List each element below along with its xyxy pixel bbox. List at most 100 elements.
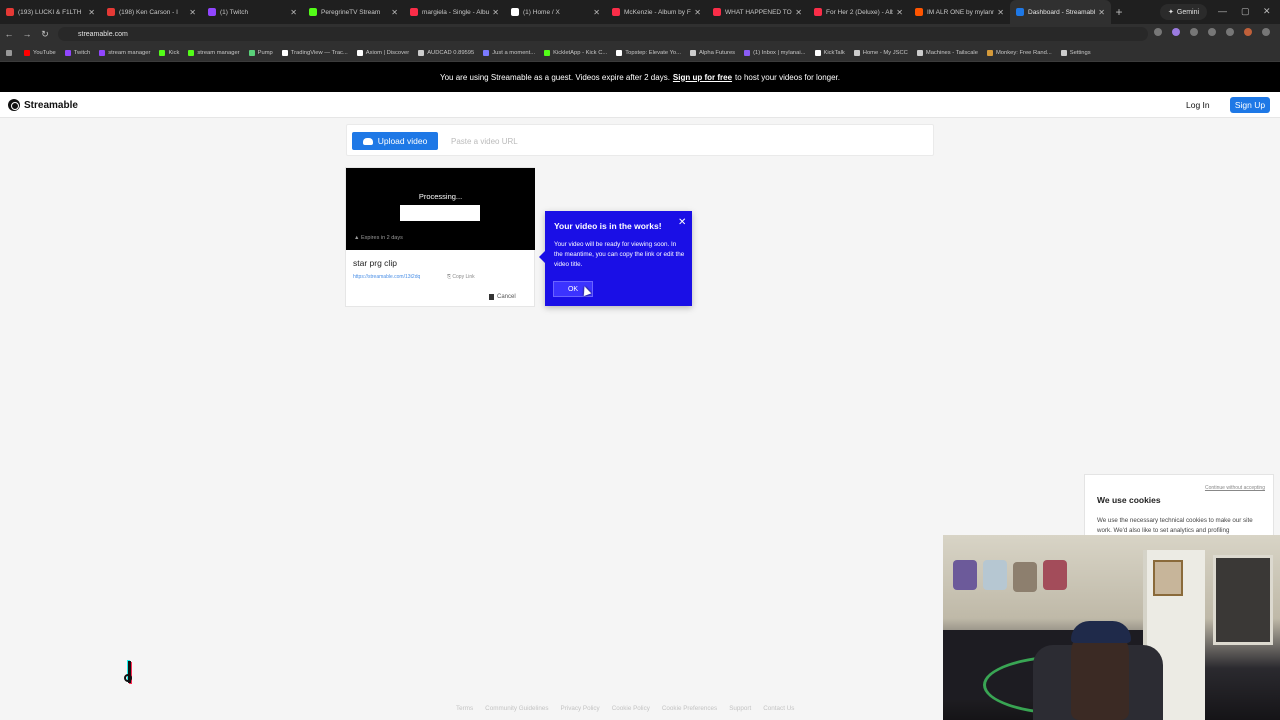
forward-icon[interactable]: → [18, 29, 36, 39]
tab-close-icon[interactable]: ✕ [391, 8, 398, 17]
signup-link[interactable]: Sign up for free [673, 73, 732, 82]
footer-link[interactable]: Cookie Policy [612, 705, 650, 712]
tab-close-icon[interactable]: ✕ [290, 8, 297, 17]
browser-tab[interactable]: PeregrineTV Stream ✕ [303, 0, 404, 24]
popup-body: Your video will be ready for viewing soo… [554, 241, 685, 268]
bookmark-item[interactable]: KickTalk [814, 49, 845, 56]
browser-tab[interactable]: WHAT HAPPENED TO TH✕ [707, 0, 808, 24]
footer-link[interactable]: Privacy Policy [561, 705, 600, 712]
address-bar[interactable]: streamable.com [58, 27, 1148, 41]
bookmark-item[interactable]: Alpha Futures [689, 49, 735, 56]
bookmark-label: TradingView — Trac... [290, 49, 348, 56]
browser-tab[interactable]: margiela - Single - Album ✕ [404, 0, 505, 24]
maximize-icon[interactable]: ▢ [1241, 6, 1250, 17]
bookmark-label: (1) Inbox | mylanai... [753, 49, 806, 56]
browser-tab[interactable]: Dashboard - Streamable ✕ [1010, 0, 1111, 24]
browser-tab[interactable]: (1) Twitch ✕ [202, 0, 303, 24]
tab-label: McKenzie - Album by Fr [624, 8, 692, 16]
footer-link[interactable]: Contact Us [763, 705, 794, 712]
sidebar-icon[interactable] [1208, 28, 1216, 36]
bookmark-item[interactable]: YouTube [24, 49, 56, 56]
bookmark-item[interactable]: Pump [248, 49, 273, 56]
apps-grid-icon[interactable] [6, 49, 15, 56]
tab-close-icon[interactable]: ✕ [189, 8, 196, 17]
bookmark-item[interactable]: Monkey: Free Rand... [986, 49, 1052, 56]
bookmark-item[interactable]: Twitch [64, 49, 90, 56]
upload-video-button[interactable]: Upload video [352, 132, 438, 150]
bookmark-item[interactable]: Kick [159, 49, 179, 56]
footer-link[interactable]: Cookie Preferences [662, 705, 717, 712]
extension-icons [1154, 28, 1270, 36]
bookmark-item[interactable]: Axiom | Discover [356, 49, 409, 56]
bookmark-favicon-icon [986, 49, 993, 56]
signup-button[interactable]: Sign Up [1230, 97, 1270, 113]
bookmark-item[interactable]: stream manager [188, 49, 240, 56]
tab-label: (193) LUCKI & F1LTH [18, 8, 82, 16]
tab-close-icon[interactable]: ✕ [694, 8, 701, 17]
streamable-logo-icon [8, 99, 20, 111]
tab-label: WHAT HAPPENED TO TH [725, 8, 792, 16]
site-footer: Terms Community Guidelines Privacy Policy C… [456, 705, 794, 712]
tab-close-icon[interactable]: ✕ [88, 8, 95, 17]
bookmark-item[interactable]: Just a moment... [483, 49, 536, 56]
upload-button-label: Upload video [377, 136, 428, 146]
tab-close-icon[interactable]: ✕ [1098, 8, 1105, 17]
download-icon[interactable] [1190, 28, 1198, 36]
browser-tab[interactable]: (193) LUCKI & F1LTH ✕ [0, 0, 101, 24]
close-icon[interactable]: ✕ [678, 217, 686, 228]
cancel-button[interactable]: Cancel [489, 294, 516, 300]
video-thumbnail[interactable]: Processing... ▲ Expires in 2 days [346, 168, 535, 250]
new-tab-icon[interactable]: + [1111, 5, 1127, 19]
video-link[interactable]: https://streamable.com/13t2dq [353, 274, 420, 280]
bookmark-favicon-icon [188, 49, 195, 56]
bookmark-label: Just a moment... [492, 49, 536, 56]
bookmark-item[interactable]: Topstep: Elevate Yo... [616, 49, 681, 56]
browser-tab[interactable]: For Her 2 (Deluxe) - Alb ✕ [808, 0, 909, 24]
link-icon: ⎘ [447, 274, 452, 280]
puzzle-icon[interactable] [1226, 28, 1234, 36]
bookmark-item[interactable]: KickletApp - Kick C... [544, 49, 607, 56]
copy-link-button[interactable]: ⎘ Copy Link [447, 274, 475, 280]
copy-link-label: Copy Link [452, 274, 475, 280]
browser-tab[interactable]: (1) Home / X ✕ [505, 0, 606, 24]
bookmark-item[interactable]: stream manager [99, 49, 150, 56]
login-link[interactable]: Log In [1186, 100, 1210, 110]
tab-favicon-icon [208, 8, 216, 16]
reload-icon[interactable]: ↻ [36, 29, 54, 40]
browser-tab[interactable]: (198) Ken Carson - I ✕ [101, 0, 202, 24]
expires-label: ▲ Expires in 2 days [354, 235, 403, 241]
continue-without-accepting-link[interactable]: Continue without accepting [1205, 485, 1265, 491]
webcam-overlay [943, 535, 1280, 720]
bookmark-star-icon[interactable] [1154, 28, 1162, 36]
minimize-icon[interactable]: — [1218, 6, 1227, 16]
tab-close-icon[interactable]: ✕ [896, 8, 903, 17]
close-window-icon[interactable]: ✕ [1263, 6, 1271, 17]
extension-icon[interactable] [1172, 28, 1180, 36]
tab-close-icon[interactable]: ✕ [795, 8, 802, 17]
footer-link[interactable]: Support [729, 705, 751, 712]
footer-link[interactable]: Terms [456, 705, 473, 712]
back-icon[interactable]: ← [0, 29, 18, 39]
cloud-upload-icon [362, 137, 373, 145]
bookmark-item[interactable]: Home - My JSCC [853, 49, 908, 56]
bookmark-item[interactable]: AUDCAD 0.89595 [418, 49, 474, 56]
bookmark-item[interactable]: Settings [1060, 49, 1091, 56]
tab-close-icon[interactable]: ✕ [997, 8, 1004, 17]
menu-dots-icon[interactable] [1262, 28, 1270, 36]
tab-close-icon[interactable]: ✕ [593, 8, 600, 17]
tab-close-icon[interactable]: ✕ [492, 8, 499, 17]
bookmark-item[interactable]: Machines - Tailscale [916, 49, 978, 56]
gemini-button[interactable]: ✦ Gemini [1160, 4, 1208, 20]
video-title[interactable]: star prg clip [353, 258, 397, 268]
bookmark-item[interactable]: TradingView — Trac... [281, 49, 348, 56]
footer-link[interactable]: Community Guidelines [485, 705, 548, 712]
video-url-input[interactable] [451, 134, 921, 148]
profile-avatar-icon[interactable] [1244, 28, 1252, 36]
streamable-logo[interactable]: Streamable [8, 99, 78, 111]
webcam-posters [953, 560, 1073, 600]
browser-tab-strip: (193) LUCKI & F1LTH ✕ (198) Ken Carson - I… [0, 0, 1280, 24]
expires-text: Expires in 2 days [360, 235, 403, 241]
bookmark-item[interactable]: (1) Inbox | mylanai... [744, 49, 806, 56]
browser-tab[interactable]: IM ALR ONE by mylann ✕ [909, 0, 1010, 24]
browser-tab[interactable]: McKenzie - Album by Fr ✕ [606, 0, 707, 24]
